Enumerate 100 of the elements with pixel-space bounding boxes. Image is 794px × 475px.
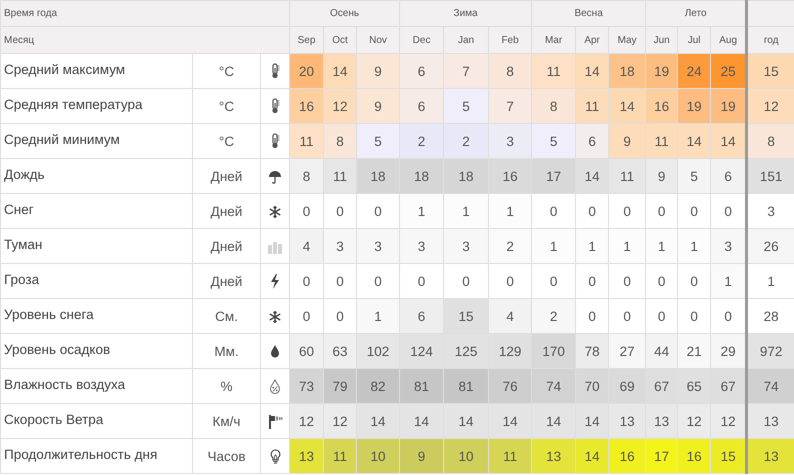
value-cell: 1 — [646, 228, 678, 264]
row-label: Гроза — [4, 272, 40, 287]
value-cell: 7 — [488, 88, 532, 124]
value-cell: 11 — [576, 88, 609, 124]
year-total-cell: 12 — [746, 88, 794, 124]
value-cell: 0 — [532, 194, 576, 228]
snowflake-icon — [268, 204, 282, 219]
value-cell: 14 — [400, 404, 444, 438]
month-header: Jun — [654, 34, 670, 46]
value-cell: 0 — [532, 264, 576, 298]
value-cell: 81 — [444, 368, 489, 404]
season-header: Осень — [330, 8, 360, 19]
value-cell: 0 — [646, 264, 678, 298]
value-cell: 5 — [444, 88, 489, 124]
value-cell: 16 — [290, 88, 324, 124]
value-cell: 1 — [488, 194, 532, 228]
month-header: Nov — [369, 34, 387, 46]
value-cell: 3 — [488, 124, 532, 158]
value-cell: 14 — [678, 124, 711, 158]
value-cell: 12 — [324, 88, 357, 124]
drop-icon — [270, 345, 280, 358]
value-cell: 0 — [608, 298, 646, 334]
value-cell: 19 — [710, 88, 747, 124]
value-cell: 10 — [444, 438, 489, 474]
value-cell: 17 — [532, 158, 576, 194]
value-cell: 16 — [608, 438, 646, 474]
value-cell: 67 — [710, 368, 747, 404]
unit-label: °C — [218, 98, 234, 114]
year-total-cell: 151 — [746, 158, 794, 194]
value-cell: 4 — [290, 228, 324, 264]
unit-label: °C — [218, 134, 234, 148]
row-label: Снег — [4, 202, 34, 217]
value-cell: 1 — [356, 298, 400, 334]
row-label: Средняя температура — [4, 97, 142, 112]
value-cell: 14 — [488, 404, 532, 438]
value-cell: 13 — [646, 404, 678, 438]
value-cell: 0 — [678, 264, 711, 298]
month-header: Dec — [412, 34, 430, 46]
value-cell: 16 — [678, 438, 711, 474]
value-cell: 12 — [290, 404, 324, 438]
value-cell: 9 — [608, 124, 646, 158]
value-cell: 1 — [444, 194, 489, 228]
value-cell: 1 — [576, 228, 609, 264]
value-cell: 11 — [324, 158, 357, 194]
value-cell: 14 — [576, 54, 609, 88]
row-label: Уровень осадков — [4, 342, 110, 357]
value-cell: 3 — [356, 228, 400, 264]
value-cell: 102 — [356, 334, 400, 368]
value-cell: 18 — [608, 54, 646, 88]
lightbulb-icon — [270, 448, 281, 464]
value-cell: 2 — [444, 124, 489, 158]
value-cell: 17 — [646, 438, 678, 474]
value-cell: 0 — [324, 298, 357, 334]
value-cell: 14 — [608, 88, 646, 124]
humidity-icon — [269, 378, 282, 394]
value-cell: 14 — [576, 158, 609, 194]
month-header: Aug — [719, 34, 738, 46]
value-cell: 6 — [400, 88, 444, 124]
season-header: Весна — [574, 8, 603, 19]
value-cell: 70 — [576, 368, 609, 404]
value-cell: 1 — [532, 228, 576, 264]
value-cell: 8 — [290, 158, 324, 194]
value-cell: 67 — [646, 368, 678, 404]
value-cell: 0 — [710, 194, 747, 228]
snowflake-icon — [268, 310, 282, 324]
value-cell: 74 — [532, 368, 576, 404]
row-label: Уровень снега — [4, 307, 94, 322]
value-cell: 14 — [356, 404, 400, 438]
buildings-icon — [268, 240, 282, 254]
value-cell: 0 — [324, 264, 357, 298]
row-label: Скорость Ветра — [4, 412, 104, 427]
value-cell: 8 — [488, 54, 532, 88]
value-cell: 2 — [488, 228, 532, 264]
value-cell: 125 — [444, 334, 489, 368]
year-total-cell: 28 — [746, 298, 794, 334]
value-cell: 3 — [710, 228, 747, 264]
thermometer-icon — [270, 98, 280, 114]
value-cell: 6 — [400, 298, 444, 334]
value-cell: 8 — [532, 88, 576, 124]
value-cell: 10 — [356, 438, 400, 474]
value-cell: 9 — [646, 158, 678, 194]
month-header: Jan — [458, 34, 474, 46]
value-cell: 24 — [678, 54, 711, 88]
value-cell: 0 — [444, 264, 489, 298]
value-cell: 5 — [678, 158, 711, 194]
value-cell: 9 — [356, 54, 400, 88]
value-cell: 25 — [710, 54, 747, 88]
value-cell: 18 — [400, 158, 444, 194]
value-cell: 0 — [678, 298, 711, 334]
value-cell: 63 — [324, 334, 357, 368]
value-cell: 0 — [400, 264, 444, 298]
row-label: Средний минимум — [4, 132, 120, 147]
unit-label: Дней — [210, 204, 242, 218]
value-cell: 6 — [400, 54, 444, 88]
value-cell: 11 — [608, 158, 646, 194]
value-cell: 78 — [576, 334, 609, 368]
value-cell: 16 — [646, 88, 678, 124]
value-cell: 2 — [400, 124, 444, 158]
value-cell: 9 — [356, 88, 400, 124]
value-cell: 1 — [400, 194, 444, 228]
